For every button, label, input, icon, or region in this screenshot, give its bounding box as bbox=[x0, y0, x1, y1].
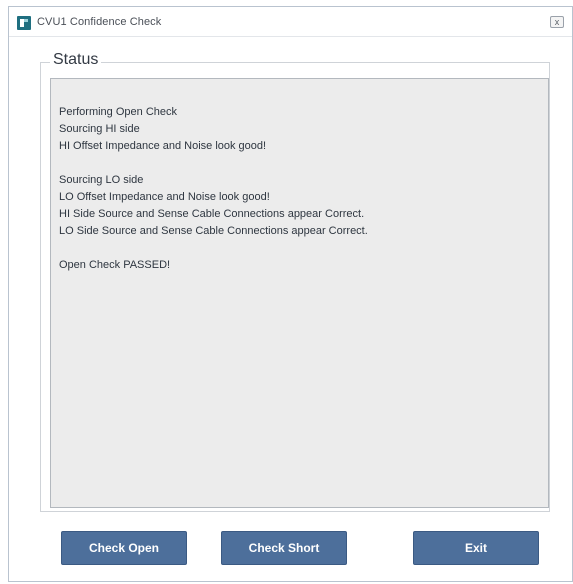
status-result-line: Open Check PASSED! bbox=[59, 259, 171, 271]
status-blank-line bbox=[59, 240, 548, 257]
status-line: HI Side Source and Sense Cable Connectio… bbox=[59, 208, 365, 220]
status-output: Performing Open Check Sourcing HI side H… bbox=[50, 78, 549, 508]
window-title: CVU1 Confidence Check bbox=[37, 16, 162, 28]
app-icon bbox=[17, 16, 31, 30]
status-blank-line bbox=[59, 155, 548, 172]
status-line: Sourcing HI side bbox=[59, 123, 140, 135]
title-bar[interactable]: CVU1 Confidence Check x bbox=[9, 7, 572, 37]
exit-button[interactable]: Exit bbox=[413, 531, 539, 565]
close-button[interactable]: x bbox=[550, 16, 564, 28]
status-line: Performing Open Check bbox=[59, 106, 177, 118]
status-line: LO Side Source and Sense Cable Connectio… bbox=[59, 225, 368, 237]
close-icon: x bbox=[554, 17, 560, 27]
status-line: HI Offset Impedance and Noise look good! bbox=[59, 140, 267, 152]
status-line: LO Offset Impedance and Noise look good! bbox=[59, 191, 270, 203]
check-short-button[interactable]: Check Short bbox=[221, 531, 347, 565]
check-open-button[interactable]: Check Open bbox=[61, 531, 187, 565]
status-line: Sourcing LO side bbox=[59, 174, 144, 186]
status-legend: Status bbox=[50, 51, 102, 69]
